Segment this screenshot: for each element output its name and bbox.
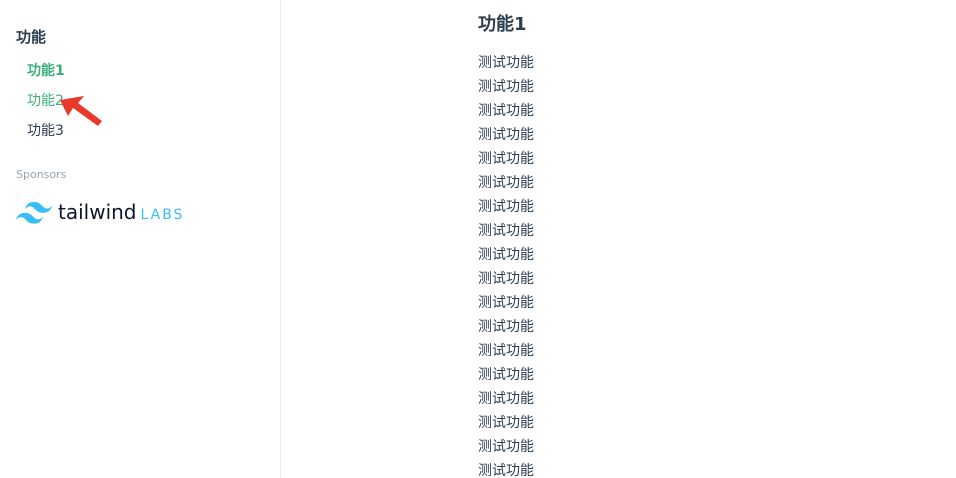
content-line: 测试功能 [478, 127, 534, 143]
content-line: 测试功能 [478, 439, 534, 455]
content-line: 测试功能 [478, 175, 534, 191]
content-line: 测试功能 [478, 247, 534, 263]
content-line: 测试功能 [478, 151, 534, 167]
tailwind-wave-icon [16, 202, 52, 224]
sidebar-item-feature-1[interactable]: 功能1 [27, 61, 65, 81]
content-line: 测试功能 [478, 271, 534, 287]
content-line: 测试功能 [478, 103, 534, 119]
sidebar-heading: 功能 [16, 28, 47, 46]
main-content: 功能1 测试功能 测试功能 测试功能 测试功能 测试功能 测试功能 测试功能 测… [282, 0, 956, 478]
sponsor-logo-suffix: LABS [140, 207, 185, 223]
page-title: 功能1 [478, 14, 527, 35]
content-list: 测试功能 测试功能 测试功能 测试功能 测试功能 测试功能 测试功能 测试功能 … [478, 51, 534, 478]
sidebar: 功能 功能1 功能2 功能3 Sponsors tailwind LABS [0, 0, 281, 478]
content-line: 测试功能 [478, 415, 534, 431]
content-line: 测试功能 [478, 391, 534, 407]
sponsors-label: Sponsors [16, 168, 67, 181]
sponsor-logo-wordmark: tailwind [58, 200, 137, 224]
red-pointer-arrow-icon [60, 96, 102, 126]
content-line: 测试功能 [478, 55, 534, 71]
content-line: 测试功能 [478, 79, 534, 95]
content-line: 测试功能 [478, 295, 534, 311]
content-line: 测试功能 [478, 343, 534, 359]
content-line: 测试功能 [478, 367, 534, 383]
content-line: 测试功能 [478, 463, 534, 478]
page: 功能 功能1 功能2 功能3 Sponsors tailwind LABS 功能1… [0, 0, 956, 478]
content-line: 测试功能 [478, 319, 534, 335]
sponsor-logo-tailwind-labs[interactable]: tailwind LABS [16, 199, 201, 227]
content-line: 测试功能 [478, 223, 534, 239]
content-line: 测试功能 [478, 199, 534, 215]
sponsor-logo-text: tailwind LABS [58, 200, 184, 227]
